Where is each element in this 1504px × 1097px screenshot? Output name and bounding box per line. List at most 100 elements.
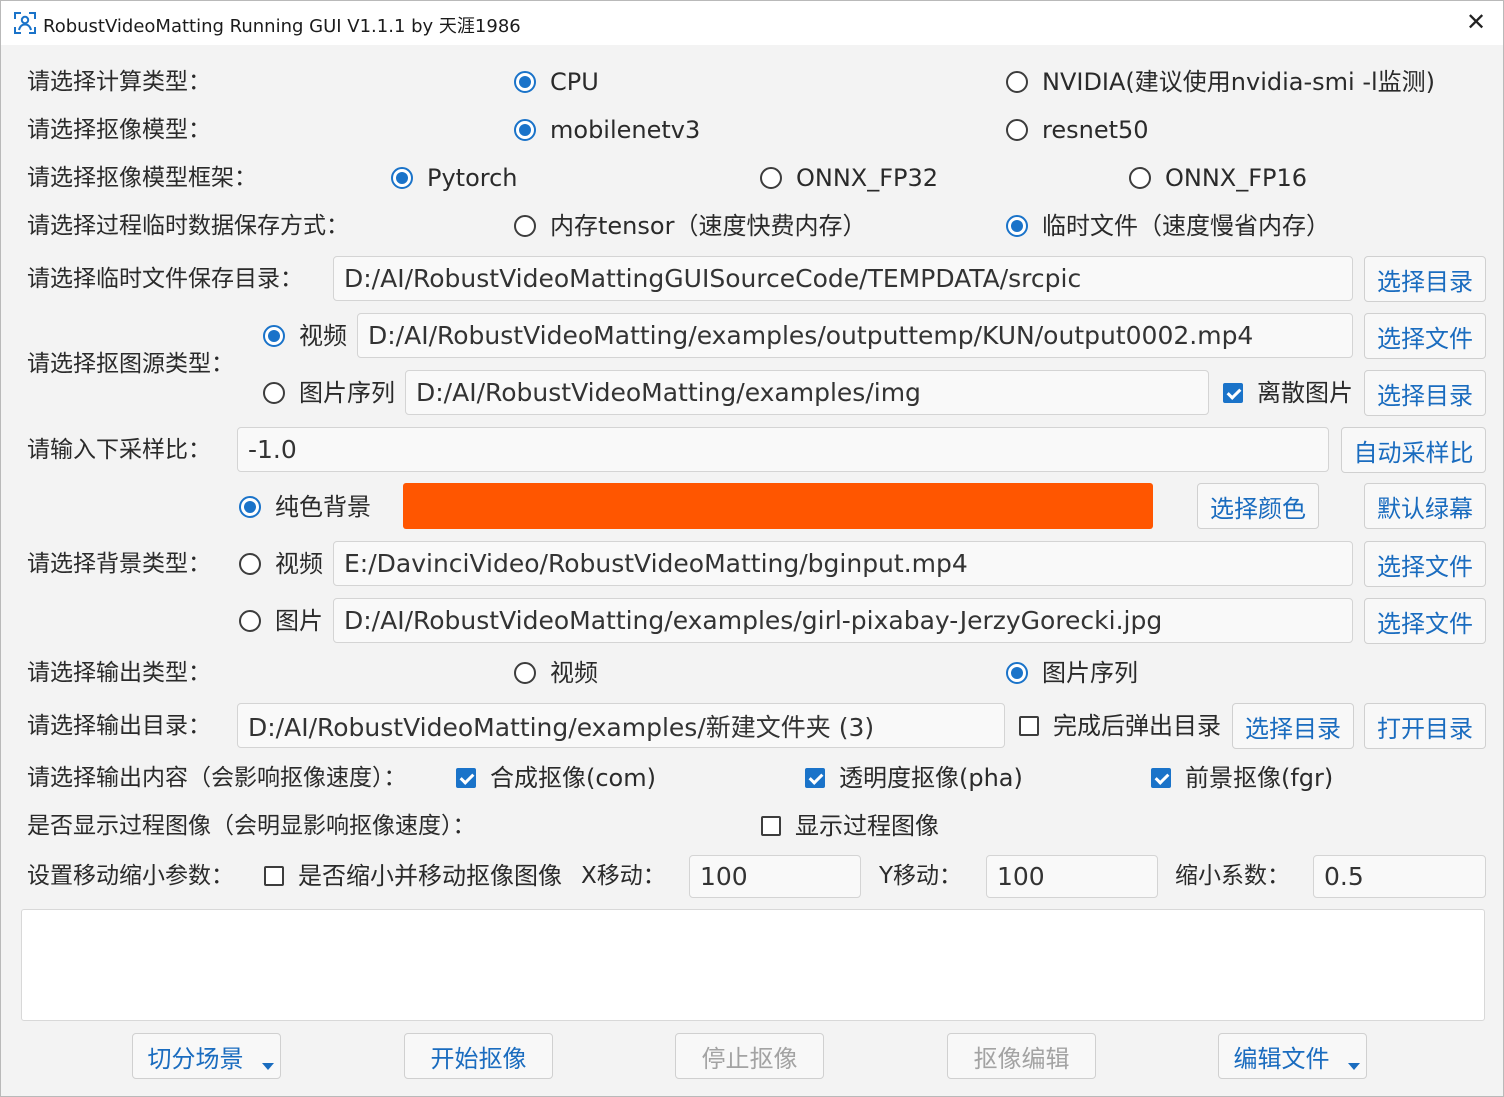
bg-image-radio[interactable]: 图片 — [239, 606, 323, 636]
compute-nvidia-radio[interactable]: NVIDIA(建议使用nvidia-smi -l监测) — [1006, 67, 1435, 97]
framework-label: 请选择抠像模型框架： — [27, 165, 257, 191]
radio-icon — [391, 167, 413, 189]
scale-label: 缩小系数： — [1175, 863, 1290, 889]
bg-solid-radio[interactable]: 纯色背景 — [239, 492, 371, 522]
split-scene-label: 切分场景 — [147, 1044, 244, 1073]
main-window: RobustVideoMatting Running GUI V1.1.1 by… — [0, 0, 1504, 1097]
checkbox-icon — [1019, 716, 1039, 736]
radio-icon — [514, 71, 536, 93]
radio-icon — [1006, 215, 1028, 237]
move-scale-checkbox[interactable]: 是否缩小并移动抠像图像 — [264, 861, 562, 891]
bg-video-input[interactable]: E:/DavinciVideo/RobustVideoMatting/bginp… — [333, 541, 1353, 586]
window-title: RobustVideoMatting Running GUI V1.1.1 by… — [43, 16, 521, 37]
output-sequence-label: 图片序列 — [1042, 659, 1138, 687]
output-dir-input[interactable]: D:/AI/RobustVideoMatting/examples/新建文件夹 … — [237, 703, 1005, 748]
auto-downsample-button[interactable]: 自动采样比 — [1341, 427, 1486, 473]
radio-icon — [514, 662, 536, 684]
radio-icon — [1129, 167, 1151, 189]
radio-icon — [263, 325, 285, 347]
scale-input[interactable]: 0.5 — [1313, 855, 1486, 898]
framework-onnx16-radio[interactable]: ONNX_FP16 — [1129, 163, 1307, 193]
checkbox-icon — [264, 866, 284, 886]
split-scene-button[interactable]: 切分场景 — [132, 1033, 281, 1079]
source-video-radio[interactable]: 视频 — [263, 321, 347, 351]
compute-nvidia-label: NVIDIA(建议使用nvidia-smi -l监测) — [1042, 68, 1436, 96]
source-type-label: 请选择抠图源类型： — [27, 351, 234, 377]
temp-memory-radio[interactable]: 内存tensor（速度快费内存） — [514, 211, 866, 241]
checkbox-icon — [1151, 768, 1171, 788]
radio-icon — [514, 215, 536, 237]
framework-pytorch-radio[interactable]: Pytorch — [391, 163, 518, 193]
checkbox-icon — [1223, 383, 1243, 403]
framework-pytorch-label: Pytorch — [427, 164, 518, 192]
downsample-input[interactable]: -1.0 — [237, 427, 1329, 472]
radio-icon — [1006, 71, 1028, 93]
x-move-label: X移动： — [581, 863, 666, 889]
popup-dir-label: 完成后弹出目录 — [1053, 712, 1221, 740]
source-sequence-input[interactable]: D:/AI/RobustVideoMatting/examples/img — [405, 370, 1209, 415]
radio-icon — [514, 119, 536, 141]
popup-dir-checkbox[interactable]: 完成后弹出目录 — [1019, 711, 1221, 741]
log-textarea[interactable] — [21, 909, 1485, 1021]
source-video-input[interactable]: D:/AI/RobustVideoMatting/examples/output… — [357, 313, 1353, 358]
bg-solid-label: 纯色背景 — [275, 493, 371, 521]
compute-cpu-radio[interactable]: CPU — [514, 67, 599, 97]
temp-dir-select-button[interactable]: 选择目录 — [1364, 256, 1486, 302]
show-process-checkbox[interactable]: 显示过程图像 — [761, 811, 939, 841]
source-sequence-select-button[interactable]: 选择目录 — [1364, 370, 1486, 416]
open-dir-button[interactable]: 打开目录 — [1364, 703, 1486, 749]
bg-image-input[interactable]: D:/AI/RobustVideoMatting/examples/girl-p… — [333, 598, 1353, 643]
temp-dir-label: 请选择临时文件保存目录： — [27, 266, 303, 292]
output-com-label: 合成抠像(com) — [490, 764, 656, 792]
move-scale-check-label: 是否缩小并移动抠像图像 — [298, 862, 562, 890]
x-move-input[interactable]: 100 — [689, 855, 861, 898]
output-pha-label: 透明度抠像(pha) — [839, 764, 1023, 792]
framework-onnx16-label: ONNX_FP16 — [1165, 164, 1308, 192]
compute-type-label: 请选择计算类型： — [27, 69, 211, 95]
model-mobilenet-label: mobilenetv3 — [550, 116, 701, 144]
discrete-images-label: 离散图片 — [1257, 379, 1353, 407]
output-video-label: 视频 — [550, 659, 598, 687]
bg-color-swatch — [403, 483, 1153, 529]
bg-image-select-button[interactable]: 选择文件 — [1364, 598, 1486, 644]
model-resnet-radio[interactable]: resnet50 — [1006, 115, 1149, 145]
model-resnet-label: resnet50 — [1042, 116, 1149, 144]
source-sequence-radio[interactable]: 图片序列 — [263, 378, 395, 408]
temp-memory-label: 内存tensor（速度快费内存） — [550, 212, 867, 240]
dropdown-arrow-icon — [262, 1063, 274, 1070]
radio-icon — [1006, 662, 1028, 684]
bg-video-label: 视频 — [275, 550, 323, 578]
output-dir-select-button[interactable]: 选择目录 — [1232, 703, 1354, 749]
bg-video-radio[interactable]: 视频 — [239, 549, 323, 579]
app-icon — [14, 12, 36, 34]
y-move-input[interactable]: 100 — [986, 855, 1158, 898]
radio-icon — [239, 496, 261, 518]
discrete-images-checkbox[interactable]: 离散图片 — [1223, 378, 1353, 408]
framework-onnx32-radio[interactable]: ONNX_FP32 — [760, 163, 938, 193]
edit-file-label: 编辑文件 — [1233, 1044, 1330, 1073]
stop-matting-button[interactable]: 停止抠像 — [675, 1033, 824, 1079]
close-icon[interactable]: ✕ — [1463, 9, 1489, 35]
output-dir-label: 请选择输出目录： — [27, 713, 211, 739]
temp-file-label: 临时文件（速度慢省内存） — [1042, 212, 1330, 240]
default-green-button[interactable]: 默认绿幕 — [1364, 483, 1486, 529]
output-type-label: 请选择输出类型： — [27, 660, 211, 686]
output-fgr-checkbox[interactable]: 前景抠像(fgr) — [1151, 763, 1333, 793]
temp-file-radio[interactable]: 临时文件（速度慢省内存） — [1006, 211, 1330, 241]
output-sequence-radio[interactable]: 图片序列 — [1006, 658, 1138, 688]
show-process-label: 是否显示过程图像（会明显影响抠像速度）： — [27, 813, 476, 839]
edit-file-button[interactable]: 编辑文件 — [1218, 1033, 1367, 1079]
pick-color-button[interactable]: 选择颜色 — [1197, 483, 1319, 529]
bg-video-select-button[interactable]: 选择文件 — [1364, 541, 1486, 587]
edit-matting-button[interactable]: 抠像编辑 — [947, 1033, 1096, 1079]
output-com-checkbox[interactable]: 合成抠像(com) — [456, 763, 656, 793]
model-mobilenet-radio[interactable]: mobilenetv3 — [514, 115, 700, 145]
temp-dir-input[interactable]: D:/AI/RobustVideoMattingGUISourceCode/TE… — [333, 256, 1353, 301]
start-matting-button[interactable]: 开始抠像 — [404, 1033, 553, 1079]
output-pha-checkbox[interactable]: 透明度抠像(pha) — [805, 763, 1023, 793]
checkbox-icon — [761, 816, 781, 836]
source-video-select-button[interactable]: 选择文件 — [1364, 313, 1486, 359]
output-video-radio[interactable]: 视频 — [514, 658, 598, 688]
framework-onnx32-label: ONNX_FP32 — [796, 164, 939, 192]
move-scale-label: 设置移动缩小参数： — [27, 863, 234, 889]
